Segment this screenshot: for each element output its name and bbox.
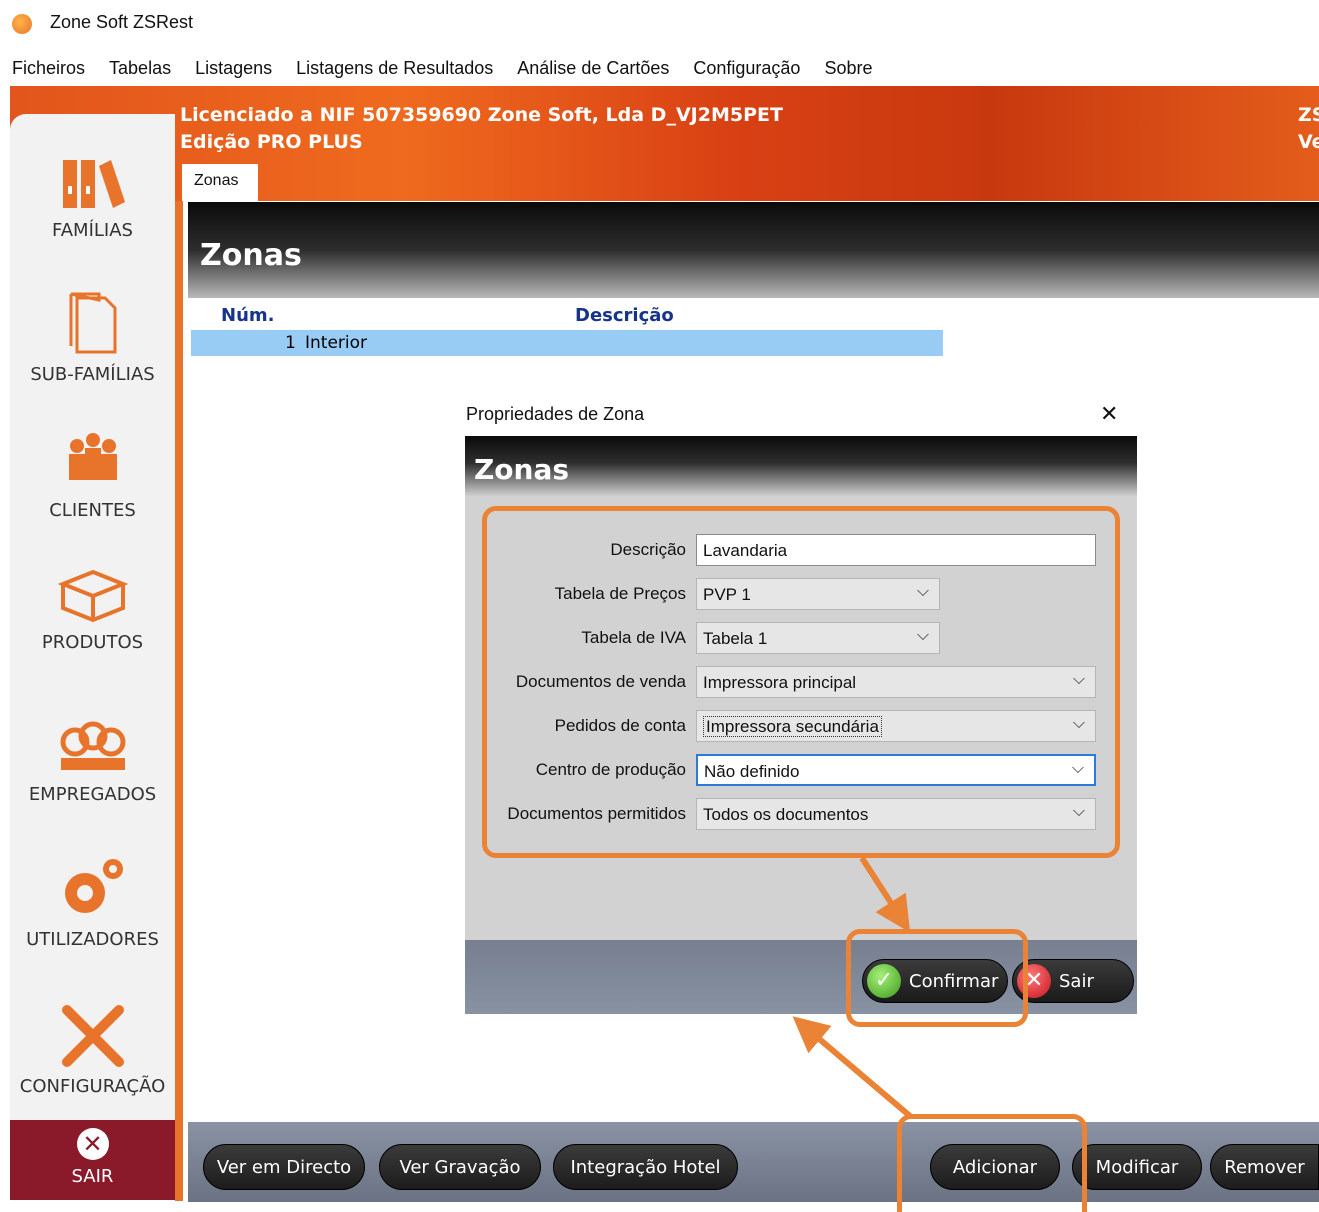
sidebar-item-sub-familias[interactable]: SUB-FAMÍLIAS bbox=[10, 292, 175, 385]
column-header-descricao[interactable]: Descrição bbox=[575, 305, 674, 326]
column-header-num[interactable]: Núm. bbox=[221, 305, 274, 326]
pages-icon bbox=[69, 292, 116, 354]
live-view-button[interactable]: Ver em Directo bbox=[203, 1144, 365, 1190]
people-icon bbox=[68, 433, 117, 480]
modify-button[interactable]: Modificar bbox=[1072, 1144, 1202, 1190]
sidebar-item-clientes[interactable]: CLIENTES bbox=[10, 432, 175, 521]
sidebar-item-label: FAMÍLIAS bbox=[52, 220, 133, 241]
form-highlight-box bbox=[482, 506, 1120, 858]
menu-tabelas[interactable]: Tabelas bbox=[109, 58, 171, 79]
exit-icon: ✕ bbox=[76, 1128, 109, 1160]
header-right-text-1: ZS bbox=[1298, 104, 1319, 126]
menu-sobre[interactable]: Sobre bbox=[824, 58, 872, 79]
sidebar-item-label: SUB-FAMÍLIAS bbox=[30, 364, 155, 385]
sidebar-item-label: CONFIGURAÇÃO bbox=[19, 1076, 166, 1097]
menu-ficheiros[interactable]: Ficheiros bbox=[12, 58, 85, 79]
sidebar-item-label: EMPREGADOS bbox=[28, 784, 157, 805]
binders-icon bbox=[62, 160, 125, 208]
sidebar-item-empregados[interactable]: EMPREGADOS bbox=[10, 720, 175, 805]
table-cell-num: 1 bbox=[285, 333, 296, 353]
gears-icon bbox=[64, 859, 123, 913]
box-icon bbox=[57, 569, 128, 623]
tab-zonas[interactable]: Zonas bbox=[182, 164, 258, 202]
menu-bar: Ficheiros Tabelas Listagens Listagens de… bbox=[0, 50, 1319, 86]
sidebar-exit-button[interactable]: ✕ SAIR bbox=[10, 1120, 175, 1200]
dialog-header-title: Zonas bbox=[474, 453, 570, 486]
tools-icon bbox=[61, 1005, 124, 1067]
menu-listagens-resultados[interactable]: Listagens de Resultados bbox=[296, 58, 493, 79]
edition-text: Edição PRO PLUS bbox=[180, 131, 363, 153]
page-title: Zonas bbox=[200, 238, 302, 273]
sidebar-item-configuracao[interactable]: CONFIGURAÇÃO bbox=[10, 1000, 175, 1097]
recording-view-button[interactable]: Ver Gravação bbox=[379, 1144, 541, 1190]
hotel-integration-button[interactable]: Integração Hotel bbox=[553, 1144, 738, 1190]
dialog-exit-button[interactable]: ✕ Sair bbox=[1012, 959, 1134, 1003]
sidebar-item-label: PRODUTOS bbox=[41, 632, 144, 653]
dialog-exit-label: Sair bbox=[1059, 970, 1094, 992]
close-icon[interactable]: ✕ bbox=[1100, 402, 1118, 427]
panel-header bbox=[188, 202, 1319, 298]
table-row[interactable] bbox=[191, 330, 943, 356]
employees-icon bbox=[60, 721, 125, 770]
title-bar: Zone Soft ZSRest bbox=[0, 0, 1319, 48]
sidebar-item-utilizadores[interactable]: UTILIZADORES bbox=[10, 855, 175, 950]
sidebar-item-label: UTILIZADORES bbox=[26, 929, 159, 950]
menu-analise-cartoes[interactable]: Análise de Cartões bbox=[517, 58, 669, 79]
app-icon bbox=[12, 14, 32, 34]
sidebar-item-label: CLIENTES bbox=[49, 500, 136, 521]
menu-listagens[interactable]: Listagens bbox=[195, 58, 272, 79]
confirm-highlight-box bbox=[846, 929, 1028, 1027]
add-highlight-box bbox=[897, 1114, 1087, 1212]
sidebar-item-familias[interactable]: FAMÍLIAS bbox=[10, 156, 175, 241]
sidebar-exit-label: SAIR bbox=[71, 1166, 114, 1187]
sidebar-item-produtos[interactable]: PRODUTOS bbox=[10, 568, 175, 653]
table-cell-desc: Interior bbox=[305, 333, 368, 353]
dialog-title: Propriedades de Zona bbox=[466, 404, 645, 424]
header-right-text-2: Ve bbox=[1298, 131, 1319, 153]
remove-button[interactable]: Remover bbox=[1210, 1144, 1319, 1190]
sidebar-accent bbox=[175, 201, 183, 1201]
menu-configuracao[interactable]: Configuração bbox=[693, 58, 800, 79]
license-text: Licenciado a NIF 507359690 Zone Soft, Ld… bbox=[180, 104, 783, 126]
window-title: Zone Soft ZSRest bbox=[50, 12, 194, 32]
